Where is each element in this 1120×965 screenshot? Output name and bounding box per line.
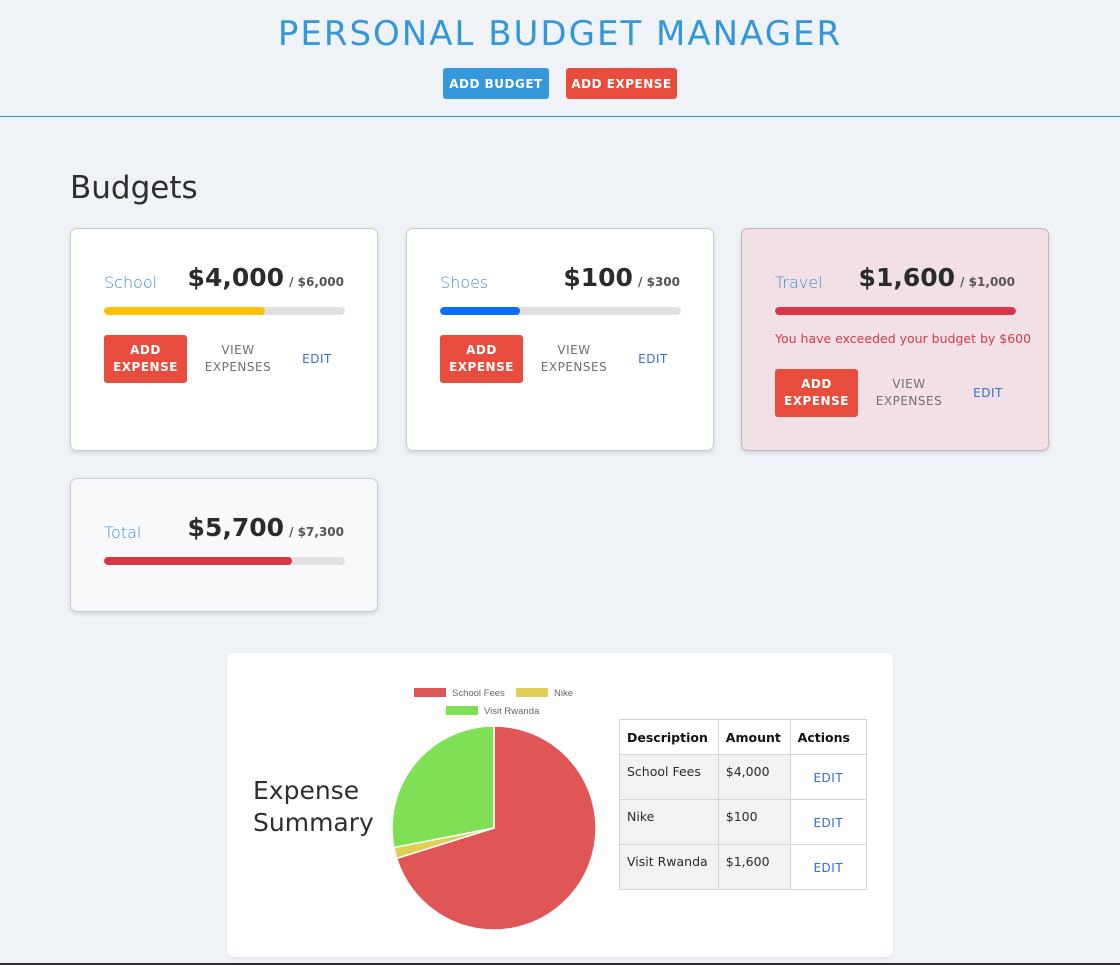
budget-exceeded-warning: You have exceeded your budget by $600 bbox=[775, 331, 1032, 346]
expense-description: School Fees bbox=[619, 754, 719, 800]
add-expense-button[interactable]: ADD EXPENSE bbox=[440, 335, 523, 383]
expense-table: Description Amount Actions School Fees $… bbox=[619, 719, 868, 890]
budget-max: / $6,000 bbox=[289, 275, 344, 289]
edit-budget-button[interactable]: EDIT bbox=[623, 335, 683, 383]
legend-label: Nike bbox=[554, 688, 573, 699]
total-spent: $5,700 bbox=[187, 513, 285, 542]
table-row: School Fees $4,000 EDIT bbox=[619, 754, 868, 800]
column-header-amount: Amount bbox=[717, 719, 791, 755]
expense-amount: $100 bbox=[717, 799, 791, 845]
budget-card-travel: Travel $1,600 / $1,000 You have exceeded… bbox=[741, 228, 1049, 451]
budget-card-school: School $4,000 / $6,000 ADD EXPENSE VIEW … bbox=[70, 228, 378, 451]
budget-spent: $100 bbox=[563, 263, 633, 292]
pie-slice-visit-rwanda bbox=[391, 725, 495, 849]
add-budget-button[interactable]: ADD BUDGET bbox=[443, 68, 549, 99]
budget-progress-fill bbox=[104, 307, 265, 315]
budget-spent: $1,600 bbox=[858, 263, 956, 292]
budget-max: / $1,000 bbox=[960, 275, 1015, 289]
add-expense-button[interactable]: ADD EXPENSE bbox=[104, 335, 187, 383]
table-row: Nike $100 EDIT bbox=[619, 799, 868, 845]
view-expenses-button[interactable]: VIEW EXPENSES bbox=[195, 335, 281, 383]
total-progress-bar bbox=[104, 557, 345, 565]
legend-label: Visit Rwanda bbox=[484, 706, 540, 717]
budget-progress-fill bbox=[440, 307, 521, 315]
legend-label: School Fees bbox=[452, 688, 505, 699]
add-expense-header-button[interactable]: ADD EXPENSE bbox=[566, 68, 677, 99]
app-header: PERSONAL BUDGET MANAGER ADD BUDGET ADD E… bbox=[0, 0, 1120, 117]
total-max: / $7,300 bbox=[289, 525, 344, 539]
edit-expense-button[interactable]: EDIT bbox=[813, 816, 843, 830]
budget-name: School bbox=[104, 273, 158, 292]
budget-progress-bar bbox=[775, 307, 1016, 315]
total-label: Total bbox=[104, 523, 142, 542]
edit-budget-button[interactable]: EDIT bbox=[287, 335, 347, 383]
add-expense-button[interactable]: ADD EXPENSE bbox=[775, 369, 858, 417]
legend-swatch bbox=[414, 688, 446, 697]
budget-spent: $4,000 bbox=[187, 263, 285, 292]
edit-expense-button[interactable]: EDIT bbox=[813, 771, 843, 785]
total-budget-card: Total $5,700 / $7,300 bbox=[70, 478, 378, 612]
expense-amount: $4,000 bbox=[717, 754, 791, 800]
expense-summary-panel: Expense Summary School Fees Nike Visit Rwa… bbox=[227, 653, 893, 957]
budget-card-shoes: Shoes $100 / $300 ADD EXPENSE VIEW EXPEN… bbox=[406, 228, 714, 451]
budget-name: Travel bbox=[775, 273, 823, 292]
expense-actions: EDIT bbox=[789, 799, 868, 845]
budget-max: / $300 bbox=[638, 275, 680, 289]
column-header-actions: Actions bbox=[789, 719, 868, 755]
expense-actions: EDIT bbox=[789, 754, 868, 800]
app-title: PERSONAL BUDGET MANAGER bbox=[277, 14, 843, 54]
budget-amount: $100 / $300 bbox=[563, 263, 680, 292]
total-progress-fill bbox=[104, 557, 293, 565]
table-header-row: Description Amount Actions bbox=[619, 719, 868, 755]
expense-description: Nike bbox=[619, 799, 719, 845]
budget-progress-bar bbox=[104, 307, 345, 315]
expense-description: Visit Rwanda bbox=[619, 844, 719, 890]
edit-expense-button[interactable]: EDIT bbox=[813, 861, 843, 875]
legend-swatch bbox=[516, 688, 548, 697]
budget-progress-fill bbox=[775, 307, 1016, 315]
table-row: Visit Rwanda $1,600 EDIT bbox=[619, 844, 868, 890]
budget-amount: $4,000 / $6,000 bbox=[188, 263, 344, 292]
column-header-description: Description bbox=[619, 719, 719, 755]
edit-budget-button[interactable]: EDIT bbox=[958, 369, 1018, 417]
budget-progress-bar bbox=[440, 307, 681, 315]
expense-actions: EDIT bbox=[789, 844, 868, 890]
total-amount: $5,700 / $7,300 bbox=[188, 513, 344, 542]
view-expenses-button[interactable]: VIEW EXPENSES bbox=[866, 369, 952, 417]
budget-name: Shoes bbox=[440, 273, 489, 292]
legend-swatch bbox=[446, 706, 478, 715]
view-expenses-button[interactable]: VIEW EXPENSES bbox=[531, 335, 617, 383]
budget-amount: $1,600 / $1,000 bbox=[859, 263, 1015, 292]
budgets-heading: Budgets bbox=[70, 170, 198, 206]
expense-amount: $1,600 bbox=[717, 844, 791, 890]
